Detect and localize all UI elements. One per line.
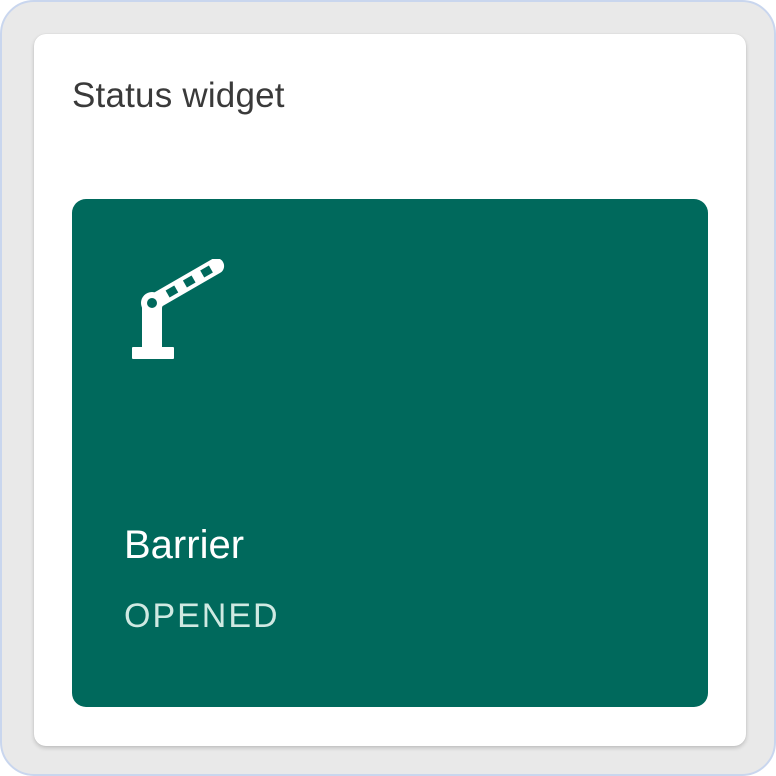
- barrier-gate-icon: [132, 259, 225, 359]
- barrier-status-tile[interactable]: Barrier OPENED: [72, 199, 708, 707]
- tile-device-name: Barrier: [124, 523, 245, 567]
- widget-title: Status widget: [72, 76, 285, 115]
- tile-status-text: OPENED: [124, 597, 280, 635]
- status-widget-card: Status widget Barrier OPENED: [34, 34, 746, 746]
- widget-frame: Status widget Barrier OPENED: [0, 0, 776, 776]
